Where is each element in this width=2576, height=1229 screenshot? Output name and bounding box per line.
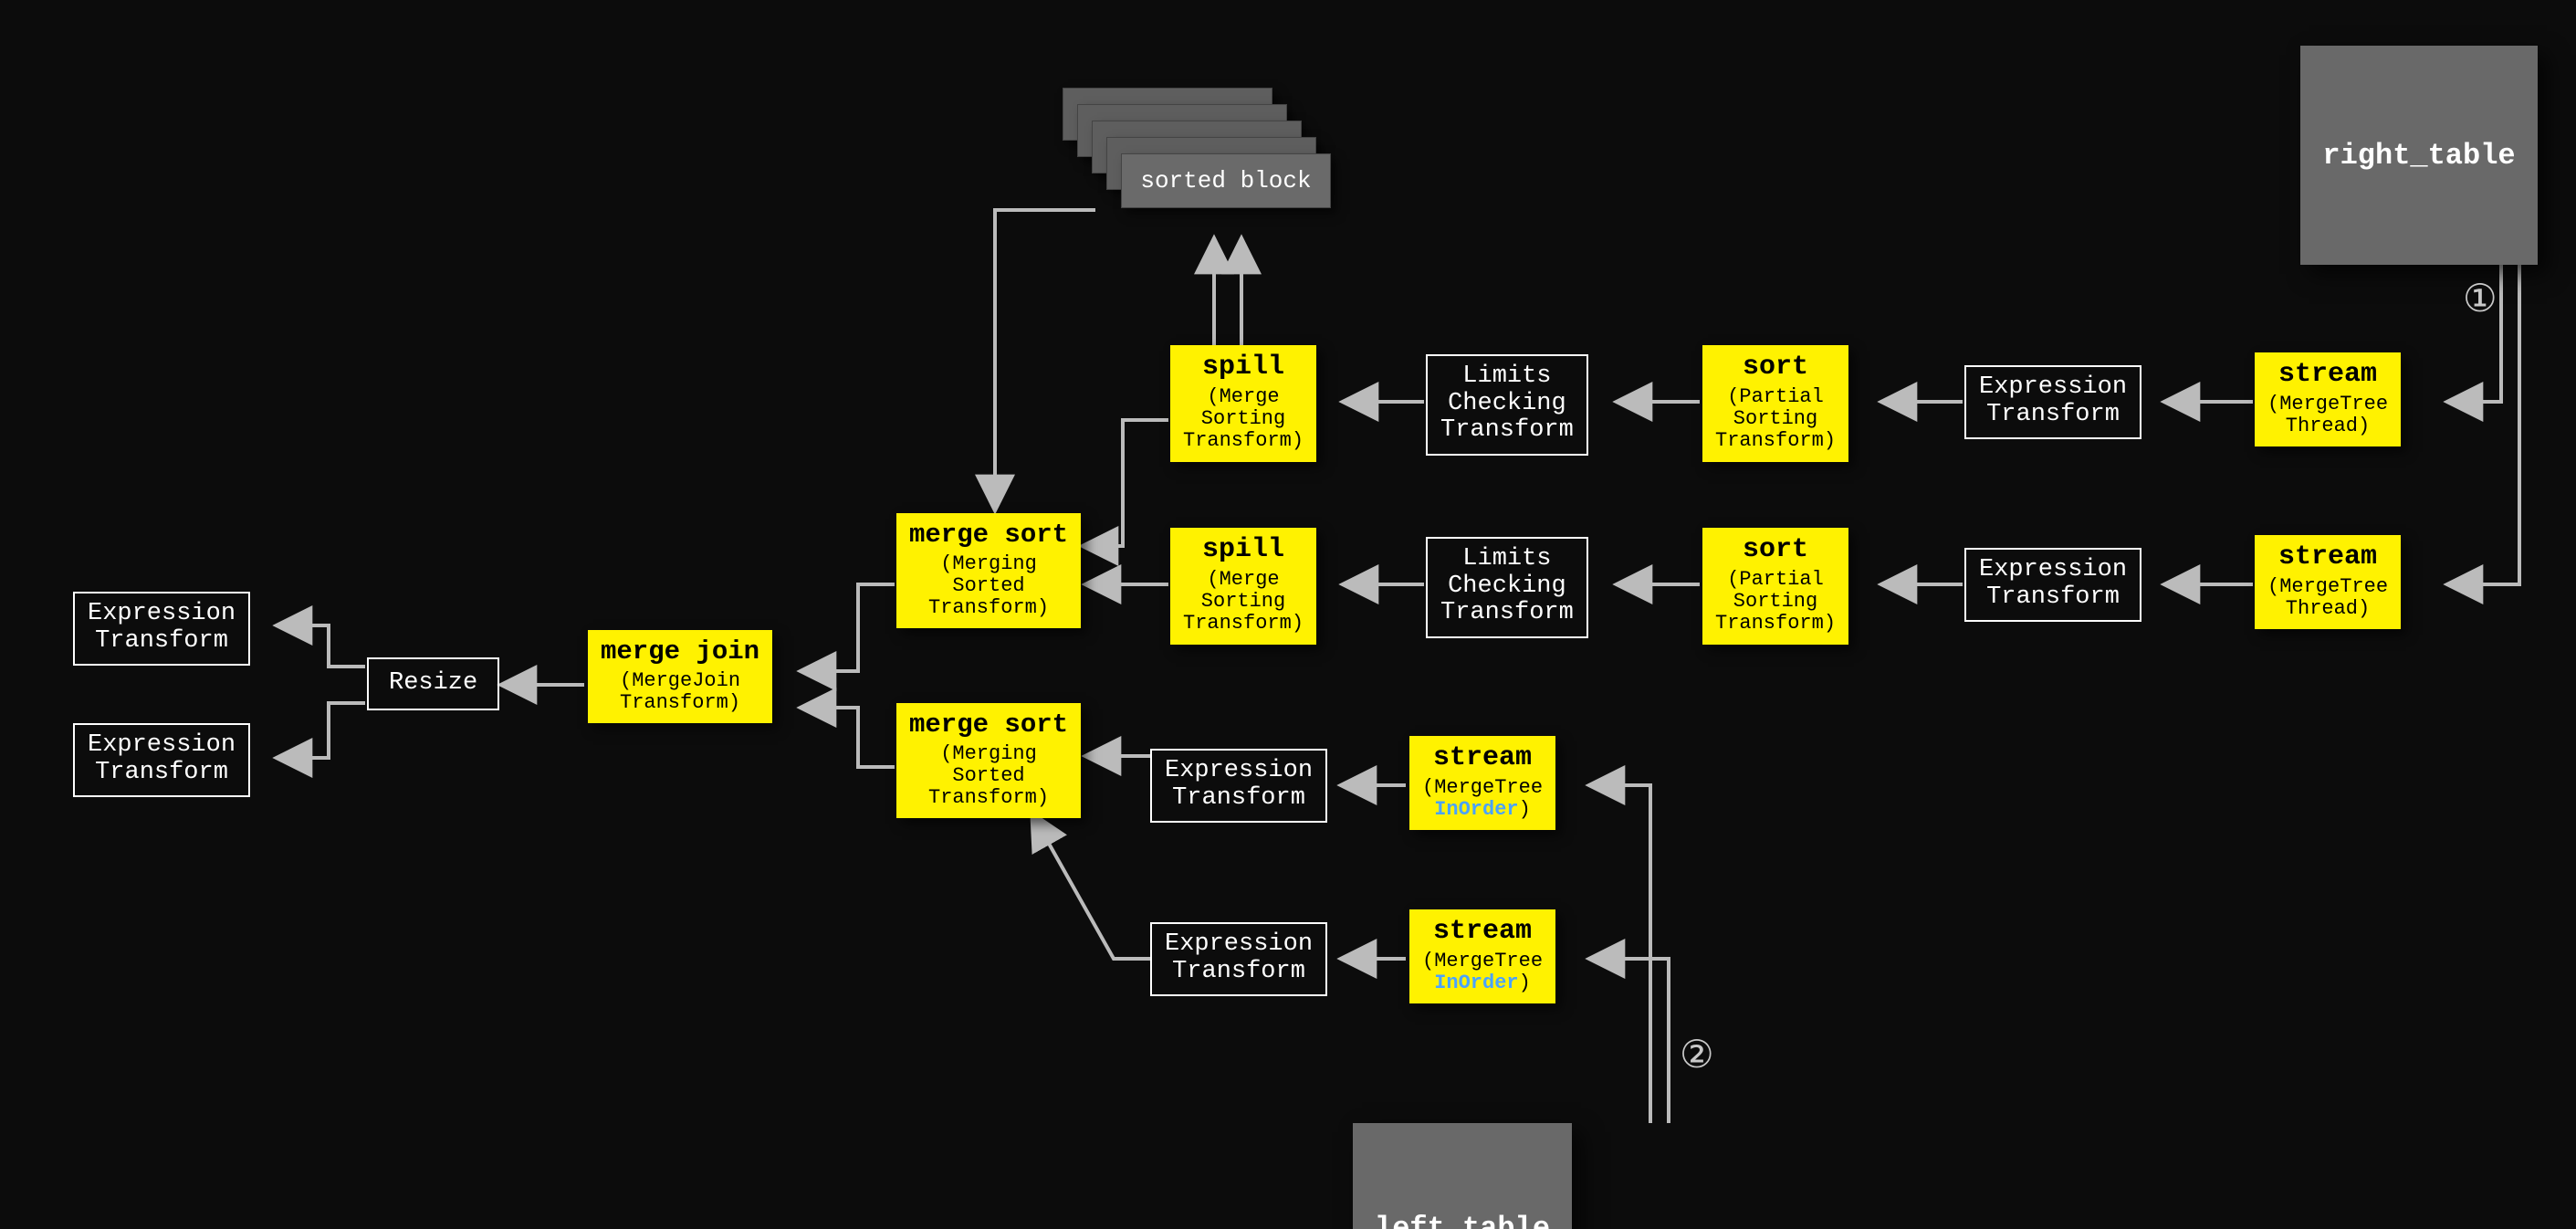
stream-right-2: stream (MergeTreeThread) (2255, 535, 2401, 629)
merge-sort-title: merge sort (909, 520, 1068, 550)
expr-label: ExpressionTransform (1979, 557, 2127, 611)
spill-title: spill (1183, 535, 1304, 565)
spill-sub: (MergeSortingTransform) (1183, 569, 1304, 636)
expr-right-1: ExpressionTransform (1964, 365, 2141, 439)
sorted-block-card-1: sorted block (1121, 153, 1331, 208)
merge-sort-right: merge sort (MergingSortedTransform) (896, 513, 1081, 628)
merge-join: merge join (MergeJoinTransform) (588, 630, 772, 723)
expr-label: ExpressionTransform (1165, 931, 1313, 985)
expr-out-1: ExpressionTransform (73, 592, 250, 666)
expr-label: ExpressionTransform (1165, 758, 1313, 812)
resize-label: Resize (389, 670, 477, 698)
merge-sort-left: merge sort (MergingSortedTransform) (896, 703, 1081, 818)
sort-1: sort (PartialSortingTransform) (1702, 345, 1848, 462)
limits-label: LimitsCheckingTransform (1440, 546, 1574, 627)
stream-left-2: stream (MergeTree InOrder) (1409, 909, 1555, 1003)
table-right-label: right_table (2322, 139, 2515, 173)
expr-right-2: ExpressionTransform (1964, 548, 2141, 622)
merge-sort-sub: (MergingSortedTransform) (909, 743, 1068, 810)
limits-1: LimitsCheckingTransform (1426, 354, 1588, 456)
spill-1: spill (MergeSortingTransform) (1170, 345, 1316, 462)
resize: Resize (367, 657, 499, 710)
spill-title: spill (1183, 352, 1304, 383)
limits-2: LimitsCheckingTransform (1426, 537, 1588, 638)
sort-sub: (PartialSortingTransform) (1715, 569, 1836, 636)
sort-sub: (PartialSortingTransform) (1715, 386, 1836, 453)
stream-left-1: stream (MergeTree InOrder) (1409, 736, 1555, 830)
expr-out-2: ExpressionTransform (73, 723, 250, 797)
limits-label: LimitsCheckingTransform (1440, 363, 1574, 445)
stream-right-1: stream (MergeTreeThread) (2255, 352, 2401, 446)
spill-sub: (MergeSortingTransform) (1183, 386, 1304, 453)
spill-2: spill (MergeSortingTransform) (1170, 528, 1316, 645)
stream-sub: (MergeTreeThread) (2267, 576, 2388, 620)
stream-inorder-sub: (MergeTree InOrder) (1422, 777, 1543, 821)
stream-title: stream (1422, 917, 1543, 947)
stream-title: stream (1422, 743, 1543, 773)
expr-label: ExpressionTransform (88, 732, 236, 786)
merge-join-title: merge join (601, 637, 759, 667)
expr-label: ExpressionTransform (88, 601, 236, 655)
marker-2: ② (1680, 1032, 1714, 1079)
stream-sub: (MergeTreeThread) (2267, 394, 2388, 437)
expr-left-2: ExpressionTransform (1150, 922, 1327, 996)
marker-1: ① (2463, 276, 2497, 323)
stream-title: stream (2267, 360, 2388, 390)
diagram-canvas: right_table ① sorted block stream (Merge… (0, 0, 2576, 1229)
table-right: right_table (2300, 46, 2538, 265)
table-left: left_table (1353, 1123, 1572, 1229)
sort-title: sort (1715, 535, 1836, 565)
sort-2: sort (PartialSortingTransform) (1702, 528, 1848, 645)
expr-label: ExpressionTransform (1979, 374, 2127, 428)
sorted-block-label: sorted block (1140, 167, 1311, 194)
table-left-label: left_table (1375, 1212, 1550, 1229)
expr-left-1: ExpressionTransform (1150, 749, 1327, 823)
sort-title: sort (1715, 352, 1836, 383)
merge-sort-title: merge sort (909, 710, 1068, 740)
stream-title: stream (2267, 542, 2388, 572)
merge-sort-sub: (MergingSortedTransform) (909, 553, 1068, 620)
merge-join-sub: (MergeJoinTransform) (601, 670, 759, 714)
stream-inorder-sub: (MergeTree InOrder) (1422, 951, 1543, 994)
